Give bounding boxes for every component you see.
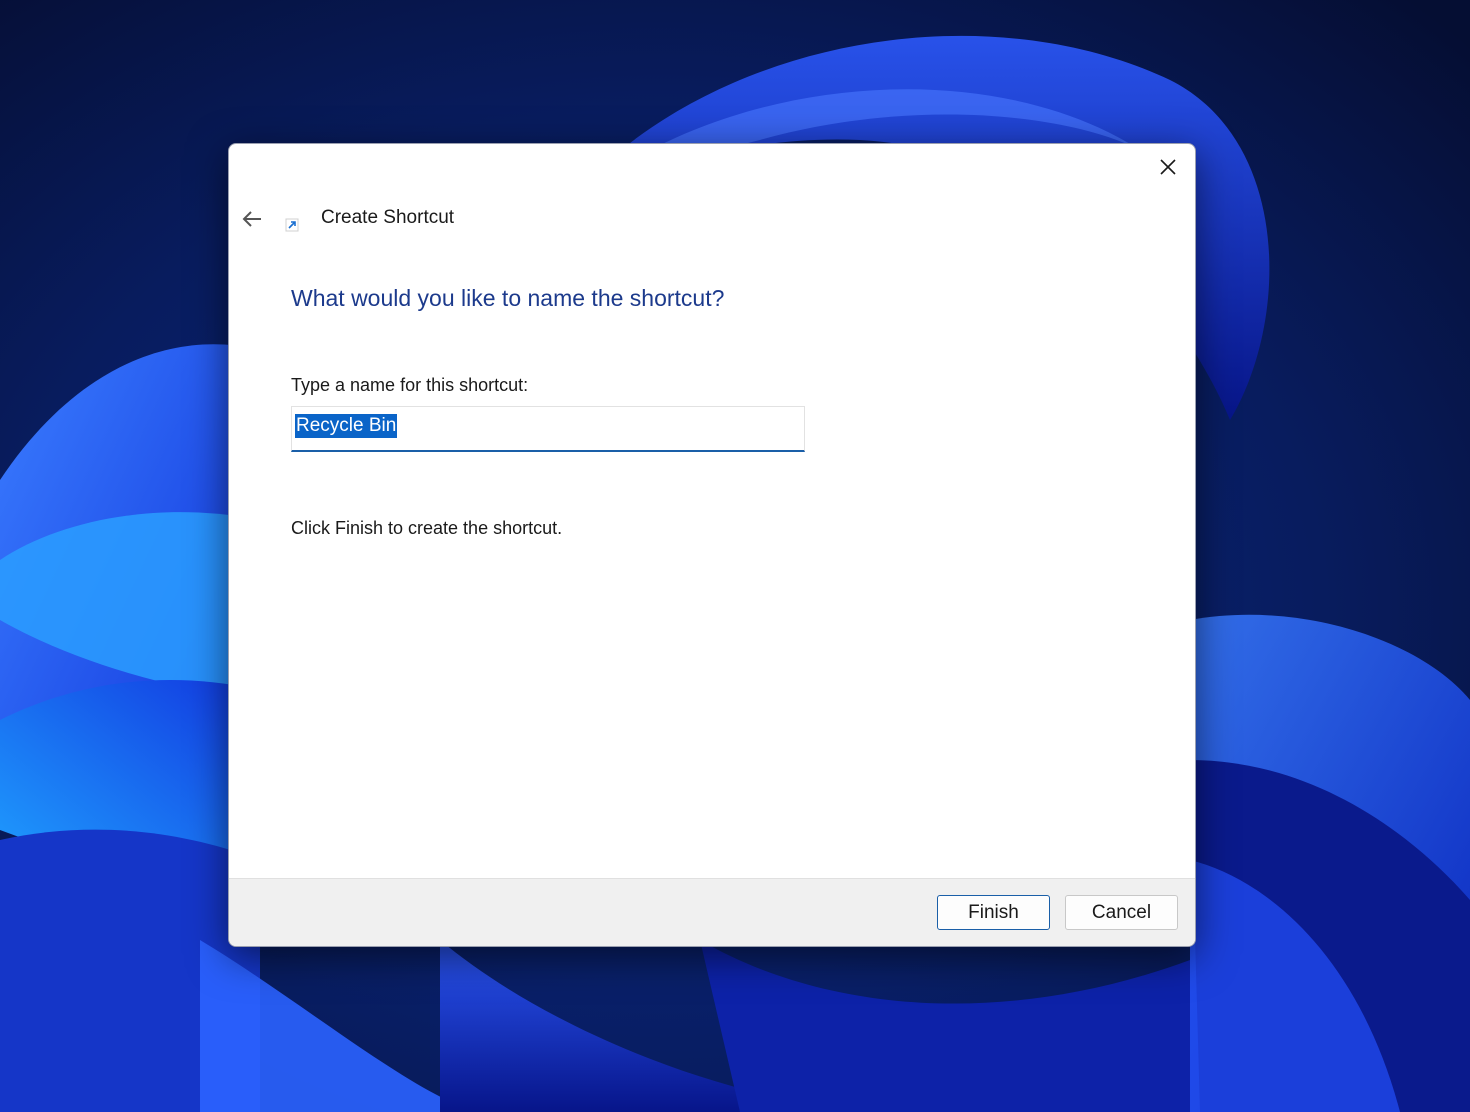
instruction-text: Click Finish to create the shortcut.	[291, 518, 563, 538]
shortcut-arrow-icon	[285, 218, 299, 232]
shortcut-name-value: Recycle Bin	[295, 414, 398, 438]
arrow-left-icon	[242, 211, 261, 227]
close-button[interactable]	[1153, 152, 1183, 182]
wizard-title: Create Shortcut	[321, 207, 455, 228]
close-icon	[1160, 159, 1176, 175]
create-shortcut-dialog: Create Shortcut What would you like to n…	[228, 143, 1196, 947]
back-button[interactable]	[237, 204, 267, 234]
page-heading: What would you like to name the shortcut…	[291, 285, 725, 311]
desktop: Create Shortcut What would you like to n…	[0, 0, 1470, 1112]
name-field-label: Type a name for this shortcut:	[291, 375, 529, 395]
cancel-button[interactable]: Cancel	[1065, 895, 1178, 930]
finish-button[interactable]: Finish	[937, 895, 1050, 930]
shortcut-name-input[interactable]: Recycle Bin	[291, 406, 805, 452]
dialog-footer: Finish Cancel	[229, 878, 1195, 946]
